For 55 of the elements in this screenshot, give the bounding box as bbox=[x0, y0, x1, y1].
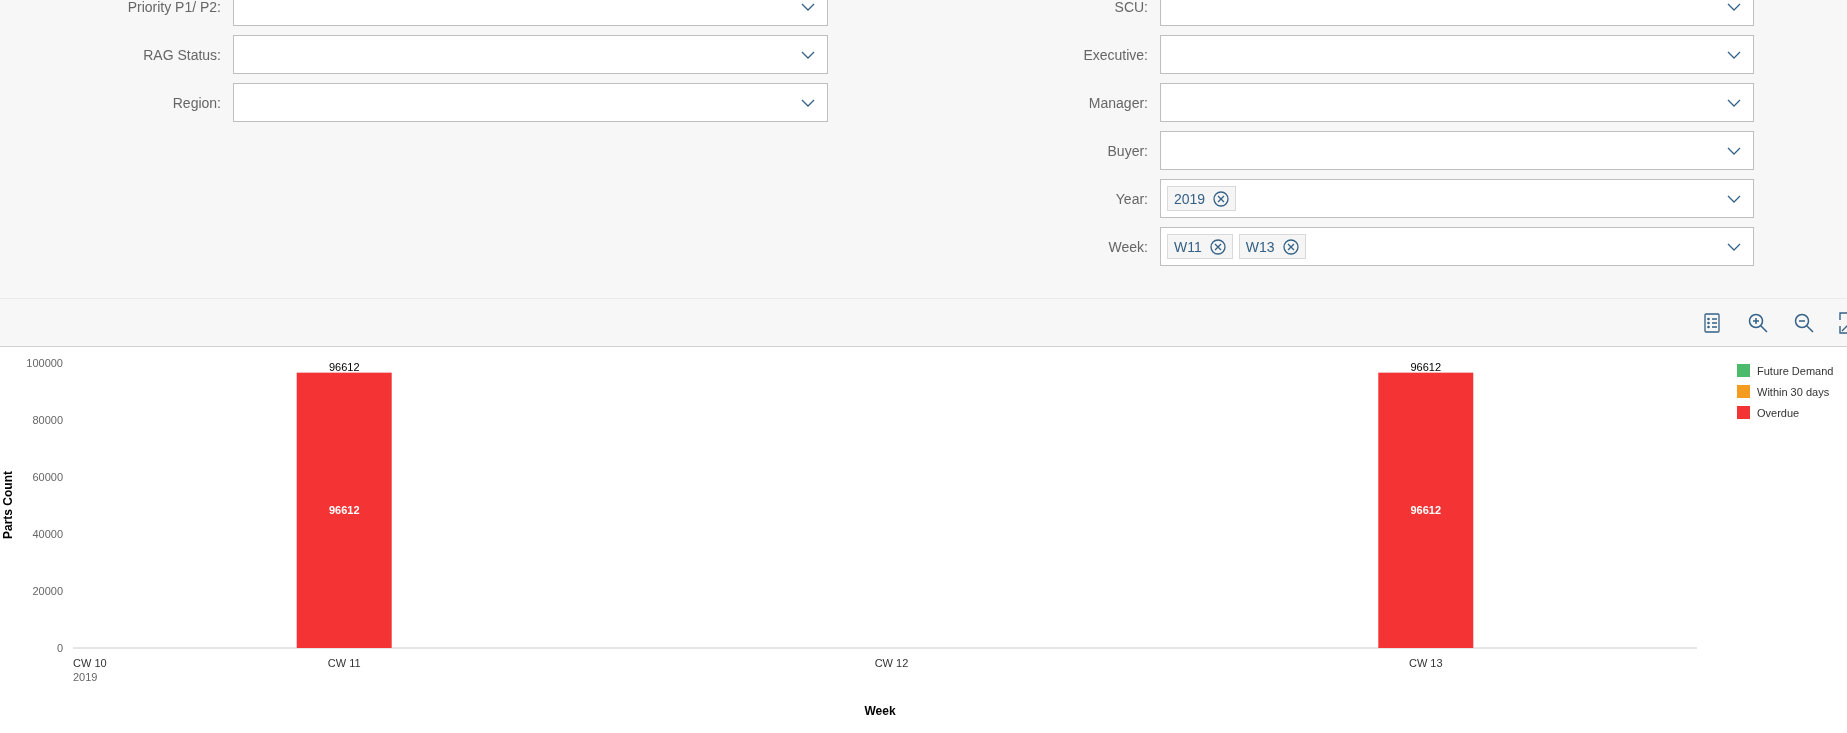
chevron-down-icon[interactable] bbox=[1727, 50, 1741, 59]
legend-label: Within 30 days bbox=[1757, 386, 1830, 398]
select-field[interactable] bbox=[1160, 35, 1754, 74]
list-icon bbox=[1704, 312, 1720, 333]
select-field[interactable] bbox=[1160, 83, 1754, 122]
chevron-down-icon[interactable] bbox=[801, 98, 815, 107]
remove-icon[interactable] bbox=[1209, 238, 1226, 255]
legend-toggle-button[interactable] bbox=[1701, 310, 1723, 335]
chevron-down-icon[interactable] bbox=[1727, 146, 1741, 155]
data-label: 96612 bbox=[328, 504, 360, 517]
select-field[interactable]: 2019 bbox=[1160, 179, 1754, 218]
filter-token[interactable]: 2019 bbox=[1167, 186, 1237, 211]
chevron-down-icon[interactable] bbox=[1727, 194, 1741, 203]
axis-tick-label: 100000 bbox=[26, 357, 63, 369]
axis-tick-label: 2019 bbox=[73, 671, 98, 683]
filter-label: Priority P1/ P2: bbox=[126, 0, 221, 15]
axis-tick-label: 0 bbox=[56, 642, 63, 654]
axis-tick-label: 20000 bbox=[32, 585, 63, 597]
filter-label: Year: bbox=[1114, 190, 1148, 207]
axis-title: Parts Count bbox=[1, 471, 15, 539]
zoom-in-icon bbox=[1748, 312, 1768, 333]
axis-tick-label: 40000 bbox=[32, 528, 63, 540]
axis-tick-label: 60000 bbox=[32, 471, 63, 483]
select-field[interactable]: W11 W13 bbox=[1160, 227, 1754, 266]
remove-icon[interactable] bbox=[1282, 238, 1299, 255]
chevron-down-icon[interactable] bbox=[801, 50, 815, 59]
axis-tick-label: CW 10 bbox=[73, 657, 107, 669]
filter-label: Region: bbox=[171, 94, 221, 111]
filter-label: SCU: bbox=[1113, 0, 1148, 15]
filter-label: RAG Status: bbox=[142, 46, 221, 63]
legend-label: Overdue bbox=[1757, 407, 1800, 419]
filter-label: Week: bbox=[1107, 238, 1148, 255]
axis-tick-label: CW 11 bbox=[327, 657, 361, 669]
chevron-down-icon[interactable] bbox=[801, 2, 815, 11]
axis-tick-label: 80000 bbox=[32, 414, 63, 426]
chevron-down-icon[interactable] bbox=[1727, 242, 1741, 251]
axis-tick-label: CW 12 bbox=[874, 657, 909, 669]
axis-tick-label: CW 13 bbox=[1409, 657, 1443, 669]
select-field[interactable] bbox=[233, 83, 828, 122]
zoom-out-icon bbox=[1794, 312, 1814, 333]
axis-title: Week bbox=[864, 704, 896, 718]
filter-label: Buyer: bbox=[1106, 142, 1148, 159]
select-field[interactable] bbox=[1160, 131, 1754, 170]
legend-label: Future Demand bbox=[1757, 365, 1834, 377]
filter-label: Manager: bbox=[1087, 94, 1148, 111]
remove-icon[interactable] bbox=[1213, 190, 1230, 207]
filter-token[interactable]: W11 bbox=[1167, 234, 1233, 259]
filter-token[interactable]: W13 bbox=[1238, 234, 1306, 259]
select-field[interactable] bbox=[233, 35, 828, 74]
total-label: 96612 bbox=[328, 360, 360, 373]
filter-label: Executive: bbox=[1082, 46, 1148, 63]
total-label: 96612 bbox=[1410, 360, 1442, 373]
data-label: 96612 bbox=[1410, 504, 1442, 517]
chevron-down-icon[interactable] bbox=[1727, 98, 1741, 107]
chevron-down-icon[interactable] bbox=[1727, 2, 1741, 11]
